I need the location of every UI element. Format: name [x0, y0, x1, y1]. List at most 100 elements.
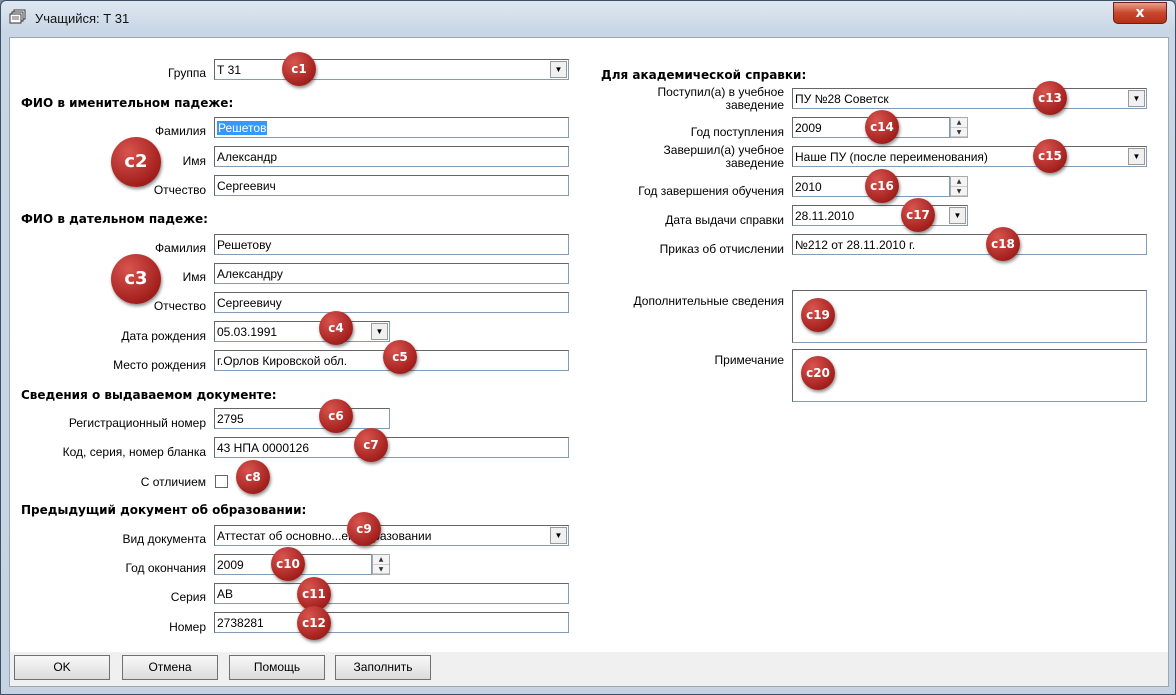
spin-down-icon[interactable]: ▼ [373, 565, 389, 574]
previous-header: Предыдущий документ об образовании: [21, 503, 307, 517]
prev-number-label: Номер [169, 620, 206, 634]
chevron-down-icon[interactable]: ▼ [1128, 90, 1145, 107]
order-input[interactable]: №212 от 28.11.2010 г. [792, 234, 1147, 255]
nom-name-input[interactable]: Александр [214, 146, 569, 167]
close-icon: x [1135, 5, 1145, 21]
close-button[interactable]: x [1113, 2, 1167, 24]
order-value: №212 от 28.11.2010 г. [795, 238, 916, 252]
prev-number-input[interactable]: 2738281 [214, 612, 569, 633]
finished-select[interactable]: Наше ПУ (после переименования) ▼ [792, 146, 1147, 167]
note-memo[interactable] [792, 349, 1147, 402]
badge-c14: c14 [865, 110, 899, 144]
dative-header: ФИО в дательном падеже: [21, 212, 208, 226]
note-label: Примечание [714, 353, 784, 367]
issue-date-label: Дата выдачи справки [665, 213, 784, 227]
finish-year-value: 2010 [795, 180, 822, 194]
dat-patronymic-input[interactable]: Сергеевичу [214, 292, 569, 313]
badge-c1: c1 [282, 52, 316, 86]
group-select[interactable]: Т 31 ▼ [214, 59, 569, 80]
prev-series-input[interactable]: АВ [214, 583, 569, 604]
badge-c3: c3 [111, 254, 161, 304]
spin-up-icon[interactable]: ▲ [951, 177, 967, 187]
nominative-header: ФИО в именительном падеже: [21, 96, 234, 110]
academic-header: Для академической справки: [601, 68, 807, 82]
badge-c17: c17 [901, 198, 935, 232]
badge-c13: c13 [1033, 81, 1067, 115]
cancel-button[interactable]: Отмена [122, 655, 218, 680]
badge-c10: c10 [271, 547, 305, 581]
spin-up-icon[interactable]: ▲ [951, 118, 967, 128]
reg-number-value: 2795 [217, 412, 244, 426]
extra-memo[interactable] [792, 290, 1147, 343]
badge-c7: c7 [354, 428, 388, 462]
badge-c19: c19 [801, 298, 835, 332]
nom-patronymic-input[interactable]: Сергеевич [214, 175, 569, 196]
nom-surname-label: Фамилия [155, 124, 206, 138]
entry-year-value: 2009 [795, 121, 822, 135]
nom-patronymic-value: Сергеевич [217, 179, 276, 193]
issue-date-value: 28.11.2010 [795, 209, 855, 223]
dat-name-input[interactable]: Александру [214, 263, 569, 284]
finish-year-label: Год завершения обучения [638, 184, 784, 198]
reg-label: Регистрационный номер [68, 416, 206, 430]
badge-c15: c15 [1033, 139, 1067, 173]
prev-series-value: АВ [217, 587, 234, 601]
badge-c9: c9 [347, 512, 381, 546]
code-input[interactable]: 43 НПА 0000126 [214, 437, 569, 458]
badge-c4: c4 [319, 311, 353, 345]
birth-place-label: Место рождения [113, 358, 206, 372]
nom-surname-input[interactable]: Решетов [214, 117, 569, 138]
prev-year-spinner[interactable]: ▲ ▼ [372, 554, 390, 575]
entered-select[interactable]: ПУ №28 Советск ▼ [792, 88, 1147, 109]
entered-value: ПУ №28 Советск [795, 92, 889, 106]
birth-date-value: 05.03.1991 [217, 325, 278, 339]
chevron-down-icon[interactable]: ▼ [550, 527, 567, 544]
fill-button[interactable]: Заполнить [335, 655, 431, 680]
window-icon [9, 9, 26, 24]
chevron-down-icon[interactable]: ▼ [1128, 148, 1145, 165]
badge-c6: c6 [319, 399, 353, 433]
prev-year-label: Год окончания [125, 561, 206, 575]
dat-name-value: Александру [217, 267, 283, 281]
window-title: Учащийся: Т 31 [35, 11, 130, 26]
dat-surname-value: Решетову [217, 238, 272, 252]
chevron-down-icon[interactable]: ▼ [371, 323, 388, 340]
help-button[interactable]: Помощь [229, 655, 325, 680]
nom-patronymic-label: Отчество [153, 183, 206, 197]
dat-patronymic-value: Сергеевичу [217, 296, 282, 310]
issued-header: Сведения о выдаваемом документе: [21, 388, 277, 402]
birth-date-picker[interactable]: 05.03.1991 ▼ [214, 321, 390, 342]
title-bar[interactable]: Учащийся: Т 31 x [1, 1, 1175, 35]
prev-series-label: Серия [170, 590, 206, 604]
spin-down-icon[interactable]: ▼ [951, 187, 967, 196]
finished-label-line2: заведение [725, 156, 784, 170]
honors-label: С отличием [140, 475, 206, 489]
code-value: 43 НПА 0000126 [217, 441, 310, 455]
prev-number-value: 2738281 [217, 616, 264, 630]
prev-type-value: Аттестат об основно...ем образовании [217, 529, 432, 543]
entered-label: Поступил(а) в учебное заведение [584, 86, 784, 112]
honors-checkbox[interactable] [215, 475, 228, 488]
finished-label: Завершил(а) учебное заведение [584, 144, 784, 170]
dat-surname-input[interactable]: Решетову [214, 234, 569, 255]
reg-number-input[interactable]: 2795 [214, 408, 390, 429]
badge-c2: c2 [111, 137, 161, 187]
order-label: Приказ об отчислении [659, 242, 784, 256]
badge-c20: c20 [801, 356, 835, 390]
prev-type-select[interactable]: Аттестат об основно...ем образовании ▼ [214, 525, 569, 546]
finish-year-spinner[interactable]: ▲ ▼ [950, 176, 968, 197]
ok-button[interactable]: OK [14, 655, 110, 680]
spin-down-icon[interactable]: ▼ [951, 128, 967, 137]
button-bar: OK Отмена Помощь Заполнить [9, 652, 1169, 687]
birth-date-label: Дата рождения [121, 329, 206, 343]
form-area: Группа Т 31 ▼ ФИО в именительном падеже:… [9, 37, 1169, 653]
chevron-down-icon[interactable]: ▼ [949, 207, 966, 224]
nom-surname-value: Решетов [217, 121, 268, 135]
prev-year-value: 2009 [217, 558, 244, 572]
chevron-down-icon[interactable]: ▼ [550, 61, 567, 78]
entered-label-line2: заведение [725, 98, 784, 112]
issue-date-picker[interactable]: 28.11.2010 ▼ [792, 205, 968, 226]
spin-up-icon[interactable]: ▲ [373, 555, 389, 565]
entry-year-spinner[interactable]: ▲ ▼ [950, 117, 968, 138]
birth-place-value: г.Орлов Кировской обл. [217, 354, 348, 368]
